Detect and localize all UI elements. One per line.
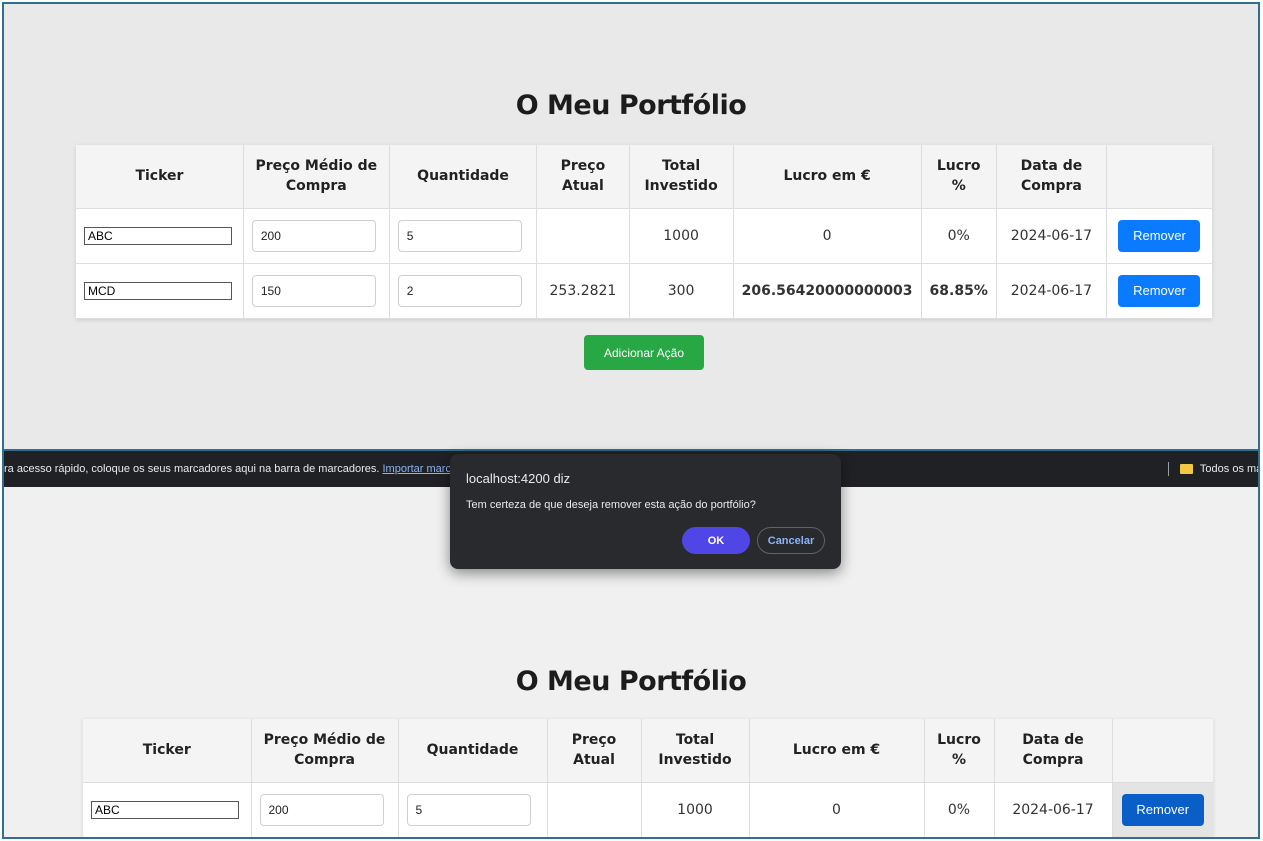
header-total-invested: Total Investido — [641, 719, 750, 783]
avg-price-input[interactable] — [251, 219, 376, 252]
purchase-date-cell: 2024-06-17 — [994, 782, 1113, 837]
all-bookmarks-folder[interactable]: Todos os ma — [1168, 462, 1260, 476]
quantity-input[interactable] — [397, 219, 522, 252]
header-total-invested: Total Investido — [629, 145, 734, 209]
bookmarks-hint: ra acesso rápido, coloque os seus marcad… — [4, 463, 485, 475]
total-invested-cell: 1000 — [629, 208, 734, 264]
header-quantity: Quantidade — [389, 145, 538, 209]
header-quantity: Quantidade — [398, 719, 548, 783]
header-profit-pct: Lucro% — [921, 145, 997, 209]
purchase-date-cell: 2024-06-17 — [996, 208, 1107, 264]
profit-eur-cell: 0 — [749, 782, 925, 837]
quantity-input[interactable] — [397, 274, 522, 307]
header-avg-price: Preço Médio de Compra — [243, 145, 390, 209]
purchase-date-cell: 2024-06-17 — [996, 263, 1107, 319]
folder-label: Todos os ma — [1199, 462, 1260, 475]
table-row: 253.2821 300 206.56420000000003 68.85% 2… — [76, 263, 1212, 319]
header-actions — [1112, 719, 1213, 783]
dialog-message: Tem certeza de que deseja remover esta a… — [466, 499, 756, 511]
page-title: O Meu Portfólio — [515, 90, 747, 121]
table-header-row: Ticker Preço Médio de Compra Quantidade P… — [76, 145, 1212, 209]
profit-pct-cell: 68.85% — [921, 263, 997, 319]
current-price-cell: 253.2821 — [536, 263, 630, 319]
ticker-input[interactable] — [91, 800, 239, 819]
confirm-dialog: localhost:4200 diz Tem certeza de que de… — [450, 454, 841, 569]
header-profit-eur: Lucro em € — [749, 719, 925, 783]
add-stock-button[interactable]: Adicionar Ação — [584, 335, 704, 370]
remove-button[interactable]: Remover — [1118, 219, 1201, 252]
ticker-input[interactable] — [84, 281, 232, 300]
header-current-price: Preço Atual — [536, 145, 630, 209]
header-purchase-date: Data de Compra — [996, 145, 1107, 209]
header-profit-eur: Lucro em € — [733, 145, 922, 209]
profit-eur-cell: 206.56420000000003 — [733, 263, 922, 319]
profit-eur-cell: 0 — [733, 208, 922, 264]
header-actions — [1106, 145, 1212, 209]
ticker-input[interactable] — [84, 226, 232, 245]
ok-button[interactable]: OK — [682, 527, 750, 554]
dialog-title: localhost:4200 diz — [466, 471, 571, 486]
profit-pct-cell: 0% — [921, 208, 997, 264]
profit-pct-cell: 0% — [924, 782, 995, 837]
page-title: O Meu Portfólio — [515, 666, 747, 697]
quantity-input[interactable] — [406, 793, 531, 826]
portfolio-table: Ticker Preço Médio de Compra Quantidade P… — [76, 145, 1212, 319]
current-price-cell — [536, 208, 630, 264]
portfolio-table: Ticker Preço Médio de Compra Quantidade P… — [83, 719, 1213, 837]
portfolio-page-before: O Meu Portfólio Ticker Preço Médio de Com… — [2, 2, 1260, 450]
folder-icon — [1180, 464, 1194, 474]
bookmarks-divider — [1168, 462, 1169, 476]
table-row: 1000 0 0% 2024-06-17 Remover — [76, 208, 1212, 264]
table-row: 1000 0 0% 2024-06-17 Remover — [83, 782, 1213, 837]
header-profit-pct: Lucro% — [924, 719, 995, 783]
total-invested-cell: 300 — [629, 263, 734, 319]
avg-price-input[interactable] — [259, 793, 384, 826]
header-ticker: Ticker — [83, 719, 252, 783]
header-purchase-date: Data de Compra — [994, 719, 1113, 783]
table-header-row: Ticker Preço Médio de Compra Quantidade P… — [83, 719, 1213, 783]
current-price-cell — [547, 782, 642, 837]
remove-button[interactable]: Remover — [1118, 274, 1201, 307]
total-invested-cell: 1000 — [641, 782, 750, 837]
header-avg-price: Preço Médio de Compra — [251, 719, 399, 783]
header-ticker: Ticker — [76, 145, 244, 209]
remove-button[interactable]: Remover — [1121, 793, 1204, 826]
cancel-button[interactable]: Cancelar — [757, 527, 825, 554]
avg-price-input[interactable] — [251, 274, 376, 307]
header-current-price: Preço Atual — [547, 719, 642, 783]
